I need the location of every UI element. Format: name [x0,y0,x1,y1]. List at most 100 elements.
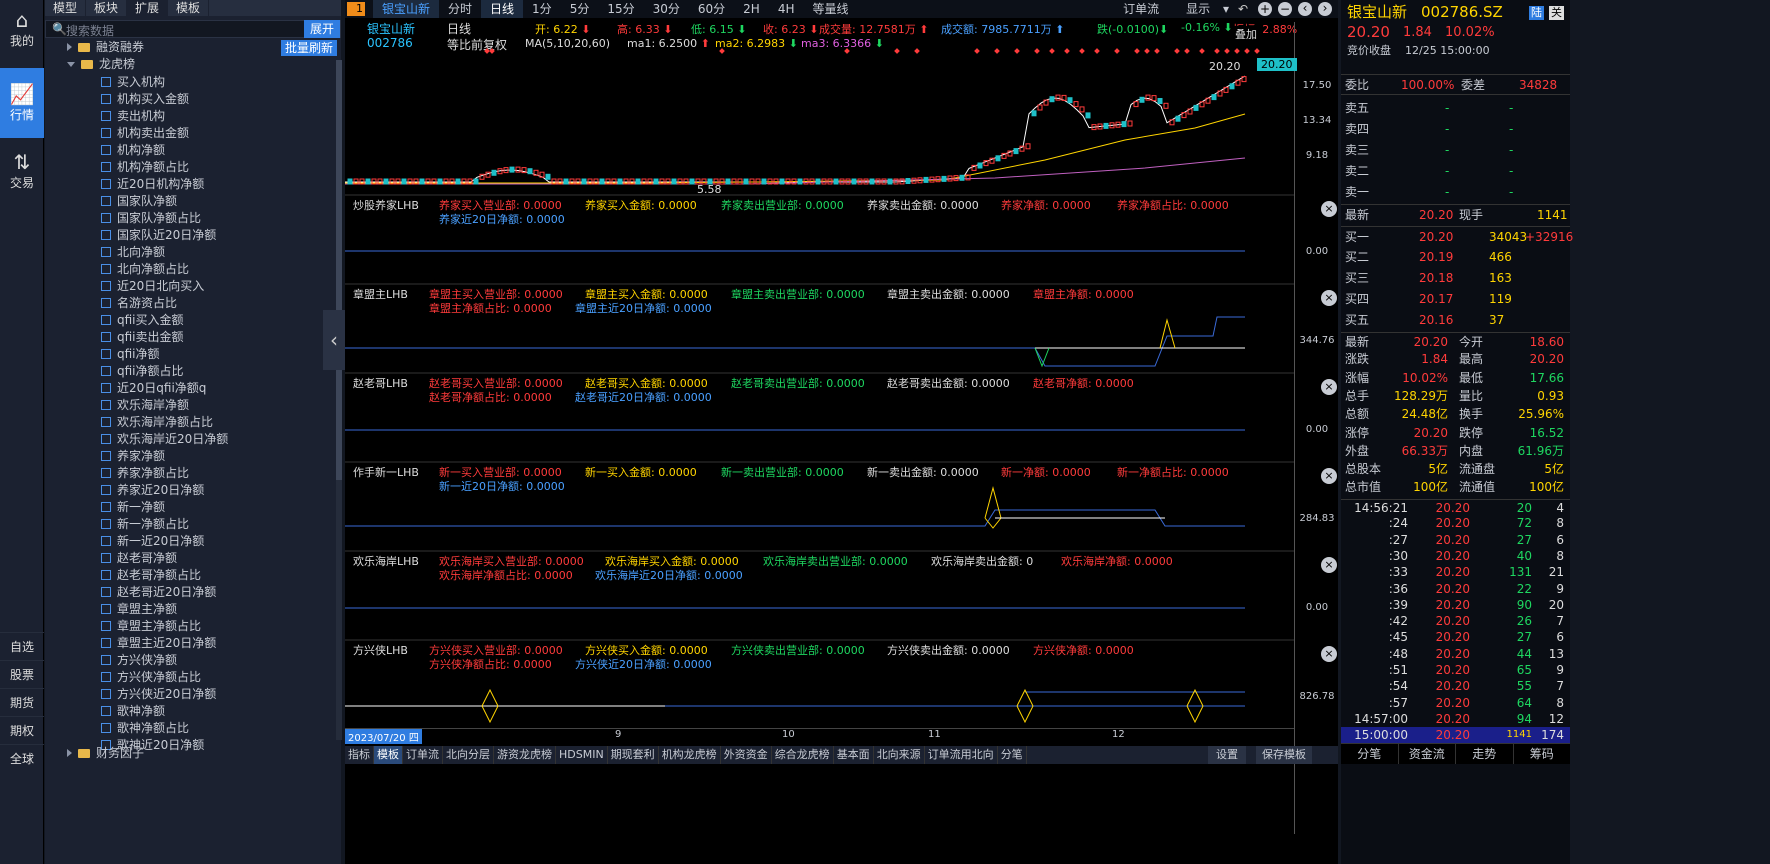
bottom-tab[interactable]: 北向分层 [443,746,494,764]
bottom-tab[interactable]: 订单流 [403,746,443,764]
buy-level[interactable]: 买二 20.19 466 [1341,247,1570,268]
settings-button[interactable]: 设置 [1208,746,1246,764]
batch-refresh-button[interactable]: 批量刷新 [280,40,337,56]
tree-item[interactable]: 国家队净额占比 [101,210,201,227]
tree-item[interactable]: 北向净额 [101,244,165,261]
signal-marker [894,48,900,54]
bottom-tab[interactable]: 分笔 [998,746,1027,764]
bottom-tab[interactable]: 机构龙虎榜 [659,746,721,764]
bottom-tab[interactable]: 综合龙虎榜 [772,746,834,764]
tree-item[interactable]: 近20日qfii净额q [101,380,206,397]
tree-item[interactable]: 机构净额占比 [101,159,189,176]
arrow-right-icon[interactable]: › [1318,2,1332,16]
tree-item[interactable]: 机构卖出金额 [101,125,189,142]
bottom-tab[interactable]: 北向来源 [874,746,925,764]
tree-item[interactable]: 歌神净额 [101,703,165,720]
tab-extension[interactable]: 扩展 [127,0,169,16]
tree-item[interactable]: qfii净额 [101,346,160,363]
expand-button[interactable]: 展开 [303,20,340,38]
tree-item[interactable]: 章盟主净额 [101,601,177,618]
tree-item[interactable]: 机构买入金额 [101,91,189,108]
nav-trade[interactable]: ⇅ 交易 [0,150,44,202]
save-template-button[interactable]: 保存模板 [1256,746,1312,764]
nav-stocks[interactable]: 股票 [0,660,44,688]
tree-item[interactable]: 名游资占比 [101,295,177,312]
tree-item[interactable]: 买入机构 [101,74,165,91]
close-badge[interactable]: 关 [1549,6,1564,20]
tree-item[interactable]: qfii净额占比 [101,363,184,380]
nav-global[interactable]: 全球 [0,744,44,772]
close-panel-icon[interactable]: × [1321,468,1337,484]
sell-level[interactable]: 卖四 - - [1341,119,1570,140]
tree-item[interactable]: 方兴侠净额占比 [101,669,201,686]
sell-level[interactable]: 卖五 - - [1341,98,1570,119]
buy-level[interactable]: 买一 20.20 34043 +32916 [1341,226,1573,247]
nav-market[interactable]: 📈 行情 [0,68,44,138]
tree-item[interactable]: 章盟主近20日净额 [101,635,216,652]
buy-level[interactable]: 买三 20.18 163 [1341,268,1570,289]
tree-item[interactable]: 赵老哥近20日净额 [101,584,216,601]
bottom-tab[interactable]: 游资龙虎榜 [494,746,556,764]
folder-finance[interactable]: 财务因子 [67,745,144,762]
buy-level[interactable]: 买四 20.17 119 [1341,289,1570,310]
bottom-tab[interactable]: 指标 [345,746,374,764]
buy-level[interactable]: 买五 20.16 37 [1341,310,1570,331]
sell-level[interactable]: 卖一 - - [1341,182,1570,203]
tree-item[interactable]: 新一近20日净额 [101,533,204,550]
chart-canvas[interactable] [345,0,1294,728]
folder-margin[interactable]: 融资融券 [67,39,144,56]
tree-item[interactable]: 机构净额 [101,142,165,159]
tree-search-box[interactable]: 🔍 搜索数据 展开 [45,20,341,38]
sell-level[interactable]: 卖二 - - [1341,161,1570,182]
close-panel-icon[interactable]: × [1321,201,1337,217]
tree-item[interactable]: 赵老哥净额 [101,550,177,567]
sell-level[interactable]: 卖三 - - [1341,140,1570,161]
tab-template[interactable]: 模板 [168,0,210,16]
tab-fund-flow[interactable]: 资金流 [1399,744,1456,764]
tree-item[interactable]: 近20日机构净额 [101,176,204,193]
close-panel-icon[interactable]: × [1321,646,1337,662]
tree-item[interactable]: qfii卖出金额 [101,329,184,346]
tree-item[interactable]: 方兴侠近20日净额 [101,686,216,703]
close-panel-icon[interactable]: × [1321,290,1337,306]
bottom-tab[interactable]: 外资资金 [721,746,772,764]
tree-item[interactable]: 赵老哥净额占比 [101,567,201,584]
tree-item[interactable]: 卖出机构 [101,108,165,125]
tree-item[interactable]: 国家队近20日净额 [101,227,216,244]
close-panel-icon[interactable]: × [1321,379,1337,395]
bottom-tab[interactable]: HDSMIN [556,746,608,764]
arrow-left-icon[interactable]: ‹ [1298,2,1312,16]
tree-item[interactable]: 新一净额占比 [101,516,189,533]
close-panel-icon[interactable]: × [1321,557,1337,573]
bottom-tab[interactable]: 模板 [374,746,403,764]
tree-item[interactable]: 国家队净额 [101,193,177,210]
tree-item[interactable]: 北向净额占比 [101,261,189,278]
bottom-tab[interactable]: 基本面 [834,746,874,764]
tab-trend[interactable]: 走势 [1456,744,1514,764]
tree-item[interactable]: 欢乐海岸净额占比 [101,414,213,431]
bottom-tab[interactable]: 期现套利 [608,746,659,764]
tree-item[interactable]: qfii买入金额 [101,312,184,329]
tree-scrollbar[interactable] [336,60,342,740]
folder-dragon-tiger[interactable]: 龙虎榜 [67,56,135,73]
tree-item[interactable]: 方兴侠净额 [101,652,177,669]
tree-item[interactable]: 歌神净额占比 [101,720,189,737]
tree-item[interactable]: 养家近20日净额 [101,482,204,499]
tree-item[interactable]: 欢乐海岸近20日净额 [101,431,228,448]
tab-sector[interactable]: 板块 [86,0,128,16]
nav-watchlist[interactable]: 自选 [0,632,44,660]
tree-item[interactable]: 新一净额 [101,499,165,516]
collapse-panel-button[interactable]: ‹ [323,310,345,370]
tree-item[interactable]: 养家净额占比 [101,465,189,482]
nav-home[interactable]: ⌂ 我的 [0,8,44,60]
tree-item[interactable]: 养家净额 [101,448,165,465]
tree-item[interactable]: 近20日北向买入 [101,278,204,295]
tree-item[interactable]: 章盟主净额占比 [101,618,201,635]
tab-model[interactable]: 模型 [45,0,87,16]
nav-futures[interactable]: 期货 [0,688,44,716]
tab-ticks[interactable]: 分笔 [1341,744,1399,764]
nav-options[interactable]: 期权 [0,716,44,744]
bottom-tab[interactable]: 订单流用北向 [925,746,998,764]
tab-chips[interactable]: 筹码 [1514,744,1571,764]
tree-item[interactable]: 欢乐海岸净额 [101,397,189,414]
